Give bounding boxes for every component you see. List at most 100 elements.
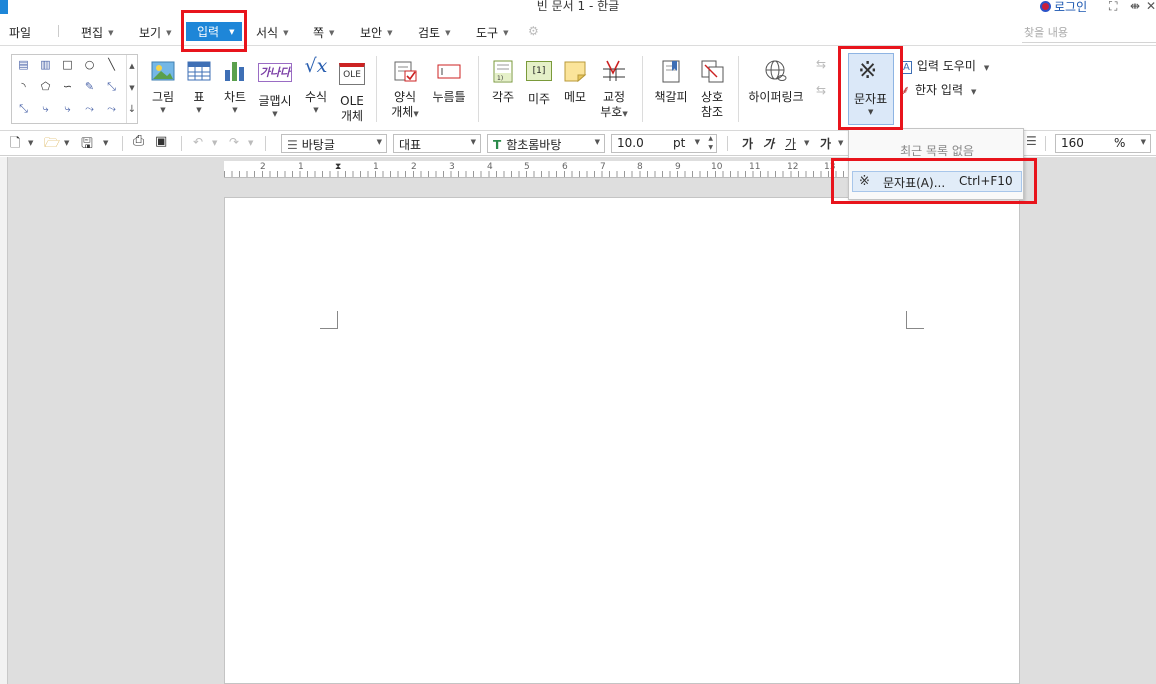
open-folder-icon[interactable]: 🗁 (44, 134, 60, 156)
close-icon[interactable]: ✕ (1146, 0, 1156, 13)
hanja-input-button[interactable]: ⸙ 한자 입력 ▼ (901, 81, 976, 98)
wordart-icon: 가나다 (258, 63, 292, 89)
font-size-value: 10.0 (617, 136, 644, 150)
menu-page[interactable]: 쪽 ▼ (313, 24, 334, 41)
menu-tools[interactable]: 도구 ▼ (476, 24, 508, 41)
chevron-down-icon[interactable]: ▼ (103, 139, 108, 147)
menu-review[interactable]: 검토 ▼ (418, 24, 450, 41)
indent-marker-icon[interactable]: ⧗ (335, 162, 341, 172)
new-document-icon[interactable]: 🗋 (10, 134, 20, 156)
curve-icon[interactable]: ∽ (60, 80, 75, 93)
menu-format[interactable]: 서식 ▼ (256, 24, 288, 41)
search-input[interactable]: 찾을 내용 (1024, 24, 1068, 40)
menu-security[interactable]: 보안 ▼ (360, 24, 392, 41)
menu-view-label: 보기 (139, 26, 162, 40)
cross-reference-button[interactable]: 상호 참조 (696, 59, 728, 120)
chevron-down-icon[interactable]: ▼ (838, 139, 843, 147)
rectangle-icon[interactable]: □ (60, 58, 75, 71)
redo-icon[interactable]: ↷ (229, 135, 239, 149)
hyperlink-button[interactable]: 하이퍼링크 (746, 59, 806, 105)
zoom-unit: % (1114, 136, 1126, 150)
picture-button[interactable]: 그림 ▼ (148, 59, 178, 115)
footnote-icon: 1) (490, 59, 516, 85)
justify-icon[interactable]: ☰ (1026, 134, 1037, 148)
login-button[interactable]: 로그인 (1040, 0, 1087, 15)
connector-curve-icon[interactable]: ⤳ (82, 102, 97, 115)
recent-list-empty: 최근 목록 없음 (900, 144, 974, 158)
strikethrough-button[interactable]: 가 (820, 135, 831, 152)
chevron-down-icon[interactable]: ▼ (248, 139, 253, 147)
margin-corner (320, 311, 338, 329)
save-icon[interactable]: 🖫 (81, 133, 93, 157)
connector-icon[interactable]: ⤡ (16, 102, 31, 115)
scroll-down-icon[interactable]: ▼ (127, 77, 137, 99)
vertical-ruler[interactable] (0, 157, 8, 684)
memo-button[interactable]: 메모 (560, 59, 590, 105)
endnote-button[interactable]: [1] 미주 (524, 59, 554, 107)
ruler-number: 6 (562, 162, 568, 172)
chevron-down-icon[interactable]: ▼ (804, 139, 809, 147)
push-frame-button[interactable]: 누름틀 (430, 59, 468, 105)
zoom-input[interactable]: 160% ▼ (1055, 134, 1151, 153)
chevron-down-icon[interactable]: ▼ (28, 139, 33, 147)
undo-icon[interactable]: ↶ (193, 135, 203, 149)
ribbon: ▤ ▥ □ ○ ╲ ◝ ⬠ ∽ ✎ ⤡ ⤡ ⤷ ⤷ ⤳ ⤳ ▲ ▼ ↓ 그림 ▼… (0, 47, 1156, 131)
connector-elbow-2-icon[interactable]: ⤷ (60, 102, 75, 115)
scroll-up-icon[interactable]: ▲ (127, 55, 137, 77)
fullscreen-icon[interactable]: ⛶ (1109, 0, 1117, 14)
input-helper-button[interactable]: A 입력 도우미 ▼ (901, 57, 989, 74)
pen-icon[interactable]: ✎ (82, 80, 97, 93)
table-button[interactable]: 표 ▼ (186, 59, 212, 115)
polygon-icon[interactable]: ⬠ (38, 80, 53, 93)
arc-icon[interactable]: ◝ (16, 80, 31, 93)
menu-view[interactable]: 보기 ▼ (139, 24, 171, 41)
connector-elbow-icon[interactable]: ⤷ (38, 102, 53, 115)
shape-gallery[interactable]: ▤ ▥ □ ○ ╲ ◝ ⬠ ∽ ✎ ⤡ ⤡ ⤷ ⤷ ⤳ ⤳ ▲ ▼ ↓ (11, 54, 138, 124)
ellipse-icon[interactable]: ○ (82, 58, 97, 71)
print-icon[interactable]: ⎙ (133, 133, 144, 149)
freeform-icon[interactable]: ⤡ (104, 80, 119, 93)
chevron-down-icon: ▼ (232, 106, 238, 114)
vertical-text-icon[interactable]: ▥ (38, 58, 53, 71)
link-icon[interactable]: ⇆ (816, 57, 826, 71)
cross-reference-label-2: 참조 (700, 105, 724, 119)
zoom-value: 160 (1061, 136, 1084, 150)
chart-button[interactable]: 차트 ▼ (220, 59, 250, 115)
font-select[interactable]: T 함초롬바탕 ▼ (487, 134, 605, 153)
language-select[interactable]: 대표 ▼ (393, 134, 481, 153)
font-size-input[interactable]: 10.0 pt ▼ ▲ ▼ (611, 134, 717, 153)
menu-file[interactable]: 파일 (9, 24, 31, 41)
document-area[interactable]: 2 1 ⧗ 1 2 3 4 5 6 7 8 9 10 11 12 13 (0, 157, 1156, 684)
endnote-icon-text: [1] (526, 61, 552, 81)
toolbar-divider (727, 136, 728, 151)
menu-page-label: 쪽 (313, 26, 325, 40)
font-size-stepper[interactable]: ▲ ▼ (708, 135, 713, 152)
menu-edit[interactable]: 편집 ▼ (81, 24, 113, 41)
connector-curve-2-icon[interactable]: ⤳ (104, 102, 119, 115)
ruler-number: 12 (787, 162, 799, 172)
print-preview-icon[interactable]: ▣ (155, 134, 167, 149)
proof-mark-button[interactable]: 교정 부호▼ (598, 59, 630, 122)
menu-bar: 파일 편집 ▼ 보기 ▼ 입력 ▼ 서식 ▼ 쪽 ▼ 보안 ▼ 검토 ▼ 도구 ▼ ⚙ 찾을 내… (0, 14, 1156, 46)
bold-button[interactable]: 가 (742, 135, 753, 152)
ole-button[interactable]: OLE OLE 개체 (338, 59, 366, 124)
settings-icon[interactable]: ⚙ (528, 24, 539, 38)
line-icon[interactable]: ╲ (104, 58, 119, 71)
italic-button[interactable]: 가 (763, 135, 774, 152)
bookmark-button[interactable]: 책갈피 (652, 59, 690, 105)
underline-button[interactable]: 가 (785, 135, 796, 152)
formula-button[interactable]: √x 수식 ▼ (300, 57, 332, 115)
style-select[interactable]: ☰ 바탕글 ▼ (281, 134, 387, 153)
document-page[interactable] (224, 197, 1020, 684)
form-object-button[interactable]: 양식 개체▼ (386, 59, 424, 122)
wordart-button[interactable]: 가나다 글맵시 ▼ (256, 59, 294, 119)
unlink-icon[interactable]: ⇆ (816, 83, 826, 97)
gallery-scrollbar[interactable]: ▲ ▼ ↓ (126, 55, 137, 123)
expand-icon[interactable]: ↓ (127, 99, 137, 121)
chevron-down-icon[interactable]: ▼ (64, 139, 69, 147)
text-box-icon[interactable]: ▤ (16, 58, 31, 71)
footnote-button[interactable]: 1) 각주 (488, 59, 518, 105)
push-frame-label: 누름틀 (432, 90, 466, 104)
chevron-down-icon[interactable]: ▼ (212, 139, 217, 147)
pin-icon[interactable]: ⇼ (1130, 0, 1140, 13)
